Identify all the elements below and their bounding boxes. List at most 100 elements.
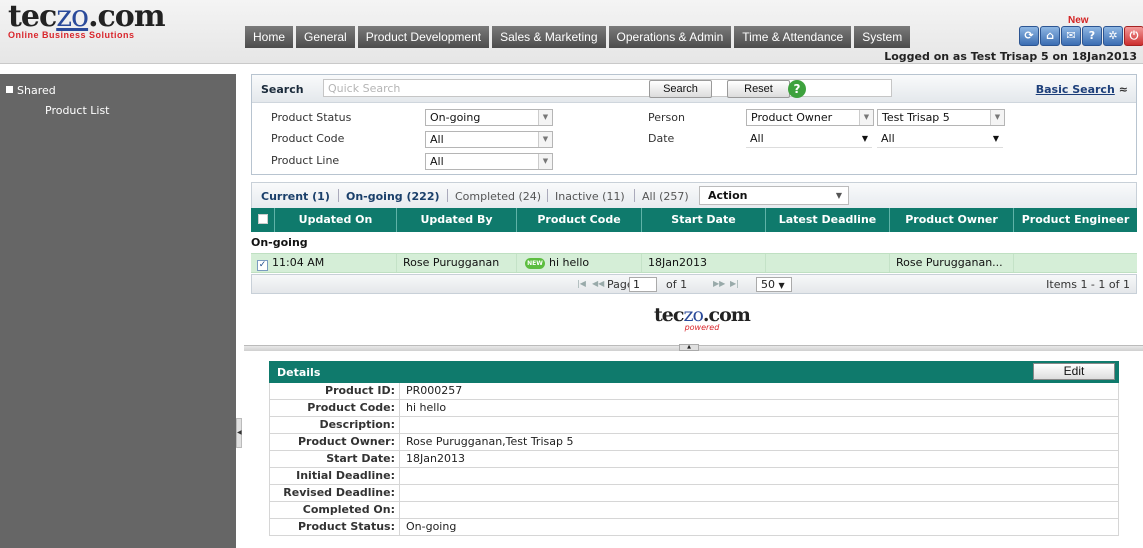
panel-splitter[interactable]: ▲ (244, 344, 1143, 351)
column-latest-deadline[interactable]: Latest Deadline (766, 208, 890, 232)
date-range-value: All (750, 132, 764, 145)
detail-row-initial-deadline: Initial Deadline: (269, 468, 1119, 485)
settings-icon[interactable]: ✲ (1103, 26, 1123, 46)
detail-label: Product Owner: (270, 434, 400, 450)
mail-icon[interactable]: ✉ (1061, 26, 1081, 46)
detail-row-revised-deadline: Revised Deadline: (269, 485, 1119, 502)
row-checkbox[interactable]: ✓ (257, 260, 268, 271)
page-number-input[interactable]: 1 (629, 277, 657, 292)
date-range-select[interactable]: All ▼ (746, 131, 872, 148)
next-page-icon[interactable]: ▶▶ (713, 279, 725, 288)
logout-icon[interactable]: ⏻ (1124, 26, 1143, 46)
logged-on-status: Logged on as Test Trisap 5 on 18Jan2013 (884, 50, 1137, 63)
cell-product-owner: Rose Purugganan... (890, 254, 1014, 272)
column-product-code[interactable]: Product Code (517, 208, 642, 232)
detail-value: hi hello (406, 401, 447, 414)
sidebar-item-product-list[interactable]: Product List (45, 104, 110, 117)
search-help-icon[interactable]: ? (788, 80, 806, 98)
detail-label: Start Date: (270, 451, 400, 467)
chevron-down-icon: ▼ (538, 110, 552, 125)
first-page-icon[interactable]: |◀ (577, 279, 586, 288)
nav-tab-general[interactable]: General (296, 26, 355, 48)
chevron-down-icon: ▼ (778, 281, 785, 290)
detail-row-product-id: Product ID: PR000257 (269, 383, 1119, 400)
items-count: Items 1 - 1 of 1 (1046, 278, 1130, 291)
last-page-icon[interactable]: ▶| (730, 279, 739, 288)
tab-separator (338, 189, 339, 202)
sidebar-section-label: Shared (17, 84, 56, 97)
person-name-value: Test Trisap 5 (882, 111, 950, 124)
home-icon[interactable]: ⌂ (1040, 26, 1060, 46)
detail-value: Rose Purugganan,Test Trisap 5 (406, 435, 574, 448)
select-all-checkbox[interactable] (251, 208, 275, 232)
filter-tabs: Current (1) On-going (222) Completed (24… (251, 182, 1137, 208)
column-product-engineer[interactable]: Product Engineer (1014, 208, 1137, 232)
column-updated-by[interactable]: Updated By (397, 208, 517, 232)
checkbox-icon (257, 214, 268, 224)
nav-tab-sales-marketing[interactable]: Sales & Marketing (492, 26, 606, 48)
search-button[interactable]: Search (649, 80, 712, 98)
table-row[interactable]: ✓ 11:04 AM Rose Purugganan NEW hi hello 18… (251, 253, 1137, 273)
nav-tab-system[interactable]: System (854, 26, 911, 48)
detail-row-start-date: Start Date: 18Jan2013 (269, 451, 1119, 468)
tab-current[interactable]: Current (1) (261, 190, 330, 203)
tab-inactive[interactable]: Inactive (11) (555, 190, 625, 203)
tab-ongoing[interactable]: On-going (222) (346, 190, 440, 203)
search-header: Search Search Reset ? Basic Search≈ (252, 75, 1136, 103)
chevron-down-icon: ▼ (990, 110, 1004, 125)
cell-product-engineer (1014, 254, 1137, 272)
chevron-up-icon: ≈ (1118, 83, 1128, 96)
quick-search-input[interactable] (323, 79, 892, 97)
help-icon[interactable]: ? (1082, 26, 1102, 46)
detail-label: Description: (270, 417, 400, 433)
pager: |◀ ◀◀ Page 1 of 1 ▶▶ ▶| 50 ▼ Items 1 - 1… (251, 274, 1137, 294)
page-size-select[interactable]: 50 ▼ (756, 277, 792, 292)
person-role-select[interactable]: Product Owner ▼ (746, 109, 874, 126)
chevron-down-icon: ▼ (992, 134, 1000, 143)
details-title: Details (277, 366, 321, 379)
action-select[interactable]: Action ▼ (699, 186, 849, 205)
sidebar-collapse-handle[interactable]: ◀ (236, 418, 242, 448)
date-period-select[interactable]: All ▼ (877, 131, 1003, 148)
edit-button[interactable]: Edit (1033, 363, 1115, 380)
chevron-down-icon: ▼ (861, 134, 869, 143)
logo-text: teczo.com (8, 0, 166, 34)
product-line-value: All (430, 155, 444, 168)
sidebar: Shared Product List (0, 74, 236, 548)
column-updated-on[interactable]: Updated On (275, 208, 397, 232)
tab-all[interactable]: All (257) (642, 190, 689, 203)
tab-completed[interactable]: Completed (24) (455, 190, 541, 203)
product-status-select[interactable]: On-going ▼ (425, 109, 553, 126)
nav-tab-product-development[interactable]: Product Development (357, 26, 490, 48)
chevron-down-icon: ▼ (859, 110, 873, 125)
details-header: Details Edit (269, 361, 1119, 383)
prev-page-icon[interactable]: ◀◀ (592, 279, 604, 288)
cell-product-code[interactable]: NEW hi hello (517, 254, 642, 272)
product-code-label: Product Code (271, 132, 345, 145)
detail-row-product-status: Product Status: On-going (269, 519, 1119, 536)
nav-tab-operations-admin[interactable]: Operations & Admin (608, 26, 732, 48)
column-product-owner[interactable]: Product Owner (890, 208, 1014, 232)
chevron-up-icon[interactable]: ▲ (679, 344, 699, 351)
reset-button[interactable]: Reset (727, 80, 790, 98)
detail-value: PR000257 (406, 384, 463, 397)
app-logo[interactable]: teczo.com Online Business Solutions (8, 0, 166, 41)
refresh-icon[interactable]: ⟳ (1019, 26, 1039, 46)
column-start-date[interactable]: Start Date (642, 208, 766, 232)
product-line-select[interactable]: All ▼ (425, 153, 553, 170)
cell-start-date: 18Jan2013 (642, 254, 766, 272)
search-panel: Search Search Reset ? Basic Search≈ Prod… (251, 74, 1137, 175)
chevron-left-icon: ◀ (237, 429, 242, 436)
basic-search-link[interactable]: Basic Search ≈ (1036, 83, 1128, 96)
new-badge: New (1068, 15, 1089, 26)
product-code-value: All (430, 133, 444, 146)
person-name-select[interactable]: Test Trisap 5 ▼ (877, 109, 1005, 126)
product-code-select[interactable]: All ▼ (425, 131, 553, 148)
sidebar-section-shared[interactable]: Shared (6, 84, 56, 97)
basic-search-label: Basic Search (1035, 83, 1115, 96)
detail-row-product-owner: Product Owner: Rose Purugganan,Test Tris… (269, 434, 1119, 451)
nav-tab-time-attendance[interactable]: Time & Attendance (734, 26, 852, 48)
product-status-value: On-going (430, 111, 481, 124)
nav-tab-home[interactable]: Home (245, 26, 294, 48)
detail-row-completed-on: Completed On: (269, 502, 1119, 519)
